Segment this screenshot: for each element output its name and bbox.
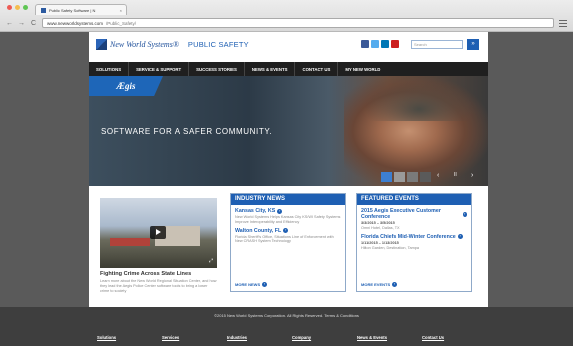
aegis-logo: Ægis <box>116 81 136 91</box>
nav-my-new-world[interactable]: MY NEW WORLD <box>338 62 387 76</box>
reload-button[interactable]: C <box>30 20 37 27</box>
site-header: New World Systems® PUBLIC SAFETY Search … <box>89 32 488 62</box>
news-item-title[interactable]: Kansas City, KS › <box>235 208 341 214</box>
slide-thumb-1[interactable] <box>381 172 392 182</box>
footer-link-news-events[interactable]: News & Events <box>357 335 422 340</box>
arrow-right-icon: › <box>277 208 283 214</box>
main-nav: SOLUTIONS SERVICE & SUPPORT SUCCESS STOR… <box>89 62 488 76</box>
brand-tagline: PUBLIC SAFETY <box>187 40 249 49</box>
social-links <box>361 40 399 48</box>
copyright-text: ©2015 New World Systems Corporation. All… <box>214 313 359 318</box>
event-item-text: Hilton Garden, Destination, Tampa <box>361 245 419 250</box>
site-footer: ©2015 New World Systems Corporation. All… <box>0 307 573 346</box>
nav-contact-us[interactable]: CONTACT US <box>295 62 339 76</box>
arrow-right-icon: › <box>283 228 289 234</box>
story-title[interactable]: Fighting Crime Across State Lines <box>100 271 191 277</box>
favicon-icon <box>41 7 46 13</box>
featured-events-panel: FEATURED EVENTS 2015 Aegis Executive Cus… <box>356 193 472 292</box>
address-bar[interactable]: www.newworldsystems.com/Public_Safety/ <box>42 18 554 28</box>
news-heading: INDUSTRY NEWS <box>231 194 345 205</box>
facebook-icon[interactable] <box>361 40 369 48</box>
search-input[interactable]: Search <box>411 40 463 49</box>
video-thumbnail-vehicles <box>110 238 150 246</box>
brand-name: New World Systems® <box>110 40 179 49</box>
minimize-window-button[interactable] <box>15 5 20 10</box>
url-path: /Public_Safety/ <box>106 20 137 26</box>
news-item-text: Florida Sheriff's Office, Situations Lin… <box>235 234 334 244</box>
arrow-right-icon: › <box>462 211 467 217</box>
arrow-right-icon: › <box>457 234 463 240</box>
more-news-link[interactable]: MORE NEWS › <box>235 282 268 287</box>
footer-link-contact-us[interactable]: Contact Us <box>422 335 487 340</box>
forward-button[interactable]: → <box>18 20 25 27</box>
slide-thumb-3[interactable] <box>407 172 418 182</box>
twitter-icon[interactable] <box>371 40 379 48</box>
arrow-right-icon: › <box>262 282 268 287</box>
footer-link-solutions[interactable]: Solutions <box>97 335 162 340</box>
nav-solutions[interactable]: SOLUTIONS <box>89 62 130 76</box>
footer-links: Solutions Services Industries Company Ne… <box>97 335 487 340</box>
prev-slide-icon[interactable]: ‹ <box>437 172 448 182</box>
news-item: Walton County, FL › Florida Sheriff's Off… <box>231 225 345 245</box>
event-item-title[interactable]: Florida Chiefs Mid-Winter Conference › <box>361 234 467 240</box>
industry-news-panel: INDUSTRY NEWS Kansas City, KS › New World… <box>230 193 346 292</box>
event-item-title[interactable]: 2015 Aegis Executive Customer Conference… <box>361 208 467 220</box>
slide-thumb-4[interactable] <box>420 172 431 182</box>
hero-image <box>344 76 488 186</box>
content-area: ⤢ Fighting Crime Across State Lines Lear… <box>89 186 488 307</box>
back-button[interactable]: ← <box>6 20 13 27</box>
logo-mark-icon <box>96 39 107 50</box>
footer-link-services[interactable]: Services <box>162 335 227 340</box>
youtube-icon[interactable] <box>391 40 399 48</box>
close-window-button[interactable] <box>7 5 12 10</box>
aegis-badge: Ægis <box>89 76 163 96</box>
event-item: Florida Chiefs Mid-Winter Conference › 1/… <box>357 231 471 251</box>
event-item-date: 1/11/2015 – 1/13/2015 <box>361 240 399 245</box>
news-item: Kansas City, KS › New World Systems Helps… <box>231 205 345 225</box>
more-events-link[interactable]: MORE EVENTS › <box>361 282 398 287</box>
page-viewport: New World Systems® PUBLIC SAFETY Search … <box>0 32 573 346</box>
nav-service-support[interactable]: SERVICE & SUPPORT <box>129 62 190 76</box>
footer-link-company[interactable]: Company <box>292 335 357 340</box>
nav-success-stories[interactable]: SUCCESS STORIES <box>189 62 245 76</box>
news-item-title[interactable]: Walton County, FL › <box>235 228 341 234</box>
slide-thumb-2[interactable] <box>394 172 405 182</box>
pause-slide-icon[interactable]: II <box>454 172 465 182</box>
play-icon[interactable] <box>150 226 166 239</box>
hero-tagline: SOFTWARE FOR A SAFER COMMUNITY. <box>101 127 273 136</box>
events-heading: FEATURED EVENTS <box>357 194 471 205</box>
nav-news-events[interactable]: NEWS & EVENTS <box>245 62 296 76</box>
fullscreen-icon[interactable]: ⤢ <box>209 258 213 264</box>
brand-logo[interactable]: New World Systems® PUBLIC SAFETY <box>96 39 249 50</box>
tab-close-icon[interactable]: × <box>120 8 122 13</box>
event-item: 2015 Aegis Executive Customer Conference… <box>357 205 471 231</box>
event-item-date: 3/3/2015 – 3/5/2015 <box>361 221 395 225</box>
browser-chrome: Public Safety Software | N × ← → C www.n… <box>0 0 573 32</box>
story-text: Learn more about the New World Regional … <box>100 279 217 293</box>
search-button[interactable]: » <box>467 39 479 50</box>
browser-toolbar: ← → C www.newworldsystems.com/Public_Saf… <box>0 15 573 31</box>
browser-menu-icon[interactable] <box>559 19 567 27</box>
video-player[interactable]: ⤢ <box>100 198 217 268</box>
linkedin-icon[interactable] <box>381 40 389 48</box>
tab-title: Public Safety Software | N <box>49 7 96 13</box>
next-slide-icon[interactable]: › <box>471 172 482 182</box>
hero-slider: Ægis SOFTWARE FOR A SAFER COMMUNITY. ‹ I… <box>89 76 488 186</box>
news-item-text: New World Systems Helps Kansas City KS/W… <box>235 215 341 224</box>
browser-tab[interactable]: Public Safety Software | N × <box>35 4 127 15</box>
window-controls <box>7 5 28 10</box>
site-container: New World Systems® PUBLIC SAFETY Search … <box>89 32 488 307</box>
slider-controls: ‹ II › <box>381 172 482 182</box>
maximize-window-button[interactable] <box>23 5 28 10</box>
arrow-right-icon: › <box>392 282 398 287</box>
url-domain: www.newworldsystems.com <box>47 20 104 26</box>
footer-link-industries[interactable]: Industries <box>227 335 292 340</box>
